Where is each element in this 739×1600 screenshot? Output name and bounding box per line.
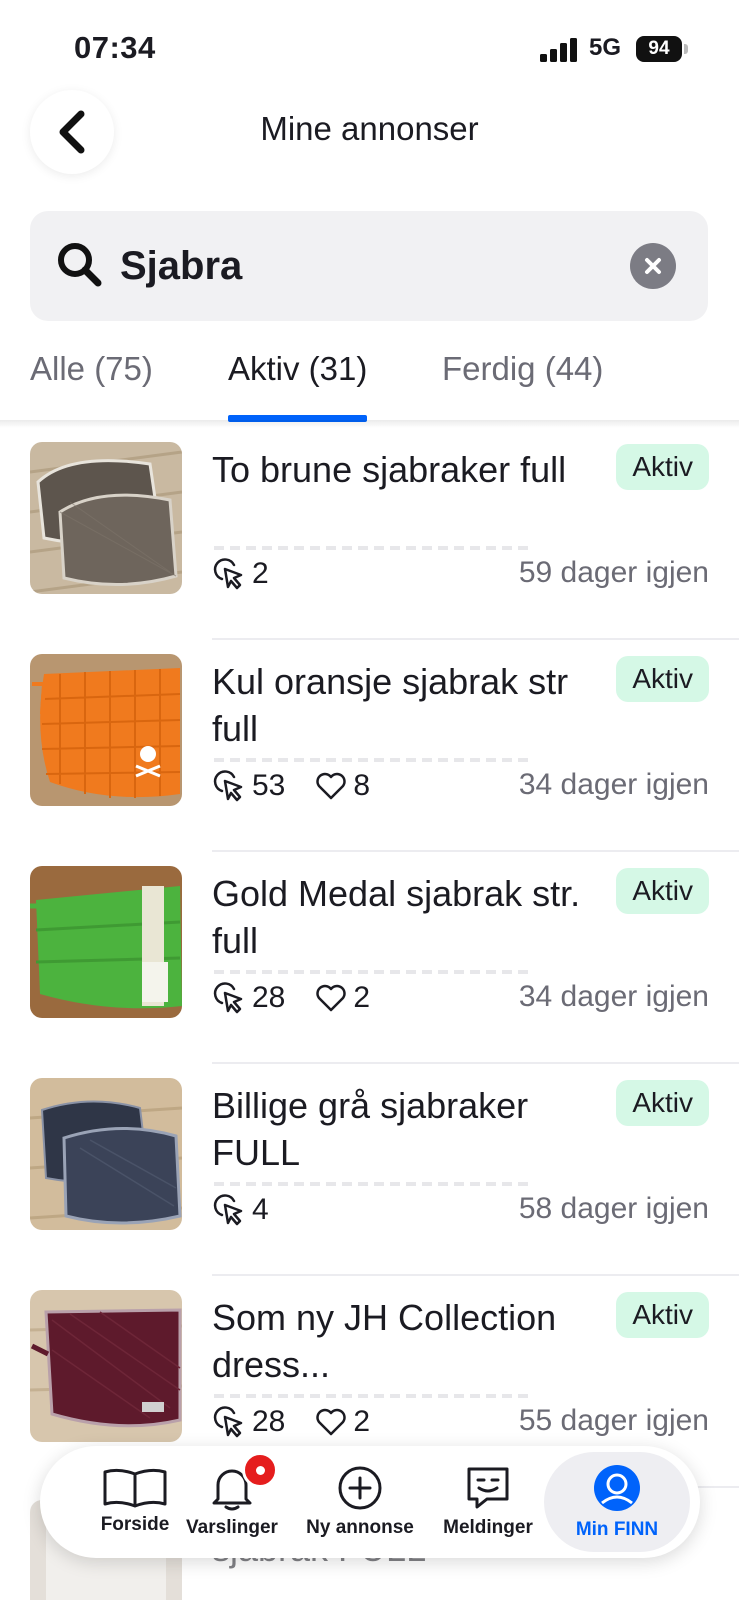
heart-icon [316,984,347,1012]
tab-all-label: Alle (75) [30,350,153,387]
nav-label: Min FINN [575,1519,659,1540]
clicks-stat: 53 [212,769,285,803]
listing-title: Kul oransje sjabrak str full [212,661,569,749]
tab-finished[interactable]: Ferdig (44) [442,350,603,422]
truncated-text-line [214,970,534,974]
clicks-count: 4 [252,1193,269,1226]
favorites-stat: 2 [315,981,370,1015]
favorites-count: 2 [353,1405,371,1438]
clicks-stat: 4 [212,1193,269,1227]
signal-icon [540,38,577,62]
days-left: 55 dager igjen [518,1404,709,1437]
days-left: 34 dager igjen [518,980,709,1013]
status-badge: Aktiv [616,444,709,490]
search-input[interactable] [120,239,600,293]
listing-item[interactable]: Gold Medal sjabrak str. full Aktiv 28 2 [0,852,739,1064]
nav-label: Meldinger [443,1517,533,1538]
listing-item[interactable]: Kul oransje sjabrak str full Aktiv 53 8 [0,640,739,852]
status-badge: Aktiv [616,656,709,702]
tab-active-label: Aktiv (31) [228,350,368,387]
nav-label: Ny annonse [306,1517,414,1538]
app-screen: 07:34 5G 94 Mine annonser A [0,0,739,1600]
notification-badge [242,1452,278,1488]
listing-thumbnail [30,442,182,594]
cursor-click-icon [213,982,243,1014]
listing-stats: 2 [212,552,299,596]
clicks-stat: 28 [212,1405,285,1439]
clicks-count: 28 [252,1405,286,1438]
truncated-text-line [214,546,534,550]
listing-title: Gold Medal sjabrak str. full [212,873,581,961]
listing-item[interactable]: Billige grå sjabraker FULL Aktiv 4 58 da… [0,1064,739,1276]
nav-ny-annonse[interactable]: Ny annonse [302,1446,418,1558]
tab-all[interactable]: Alle (75) [30,350,153,422]
status-time: 07:34 [74,30,156,65]
listing-thumbnail [30,866,182,1018]
listing-thumbnail [30,1290,182,1442]
listing-thumbnail [30,654,182,806]
clicks-stat: 28 [212,981,285,1015]
clicks-stat: 2 [212,557,269,591]
favorites-stat: 8 [315,769,370,803]
nav-label: Varslinger [186,1517,278,1538]
cursor-click-icon [213,1406,243,1438]
close-icon [645,258,661,274]
nav-meldinger[interactable]: Meldinger [438,1446,538,1558]
filter-tabs: Alle (75) Aktiv (31) Ferdig (44) [0,350,739,422]
clicks-count: 28 [252,981,286,1014]
notification-dot [255,1465,265,1475]
tabs-shadow [0,420,739,428]
listing-stats: 4 [212,1188,299,1232]
book-icon [103,1468,167,1508]
listing-stats: 53 8 [212,764,400,808]
listing-item[interactable]: To brune sjabraker full Aktiv 2 59 dager… [0,428,739,640]
favorites-count: 2 [353,981,371,1014]
chat-icon [467,1467,509,1509]
clear-search-button[interactable] [630,243,676,289]
nav-min-finn[interactable]: Min FINN [544,1452,690,1552]
battery-tip [684,44,688,54]
listing-thumbnail [30,1078,182,1230]
page-title: Mine annonser [260,110,479,147]
listing-title: Som ny JH Collection dress... [212,1297,557,1385]
nav-varslinger[interactable]: Varslinger [182,1446,282,1558]
truncated-text-line [214,1182,534,1186]
search-icon [58,243,102,287]
user-icon [594,1465,640,1511]
favorites-count: 8 [353,769,371,802]
listing-stats: 28 2 [212,976,400,1020]
status-badge: Aktiv [616,1292,709,1338]
clicks-count: 53 [252,769,286,802]
status-bar: 07:34 5G 94 [0,0,739,90]
cursor-click-icon [213,1194,243,1226]
clicks-count: 2 [252,557,269,590]
days-left: 58 dager igjen [518,1192,709,1225]
days-left: 34 dager igjen [518,768,709,801]
listing-stats: 28 2 [212,1400,400,1444]
bottom-navigation: Forside Varslinger Ny annonse Meldinger … [40,1446,700,1558]
heart-icon [316,772,347,800]
cursor-click-icon [213,770,243,802]
battery-icon: 94 [636,36,682,62]
cursor-click-icon [213,558,243,590]
listing-title: Billige grå sjabraker FULL [212,1085,529,1173]
status-badge: Aktiv [616,1080,709,1126]
network-label: 5G [589,34,622,61]
heart-icon [316,1408,347,1436]
tab-finished-label: Ferdig (44) [442,350,604,387]
nav-label: Forside [100,1514,170,1535]
truncated-text-line [214,758,534,762]
search-box[interactable] [30,211,708,321]
status-badge: Aktiv [616,868,709,914]
nav-forside[interactable]: Forside [80,1446,190,1558]
days-left: 59 dager igjen [518,556,709,589]
plus-circle-icon [338,1466,382,1510]
favorites-stat: 2 [315,1405,370,1439]
truncated-text-line [214,1394,534,1398]
listing-title: To brune sjabraker full [212,449,567,490]
tab-active[interactable]: Aktiv (31) [228,350,368,422]
